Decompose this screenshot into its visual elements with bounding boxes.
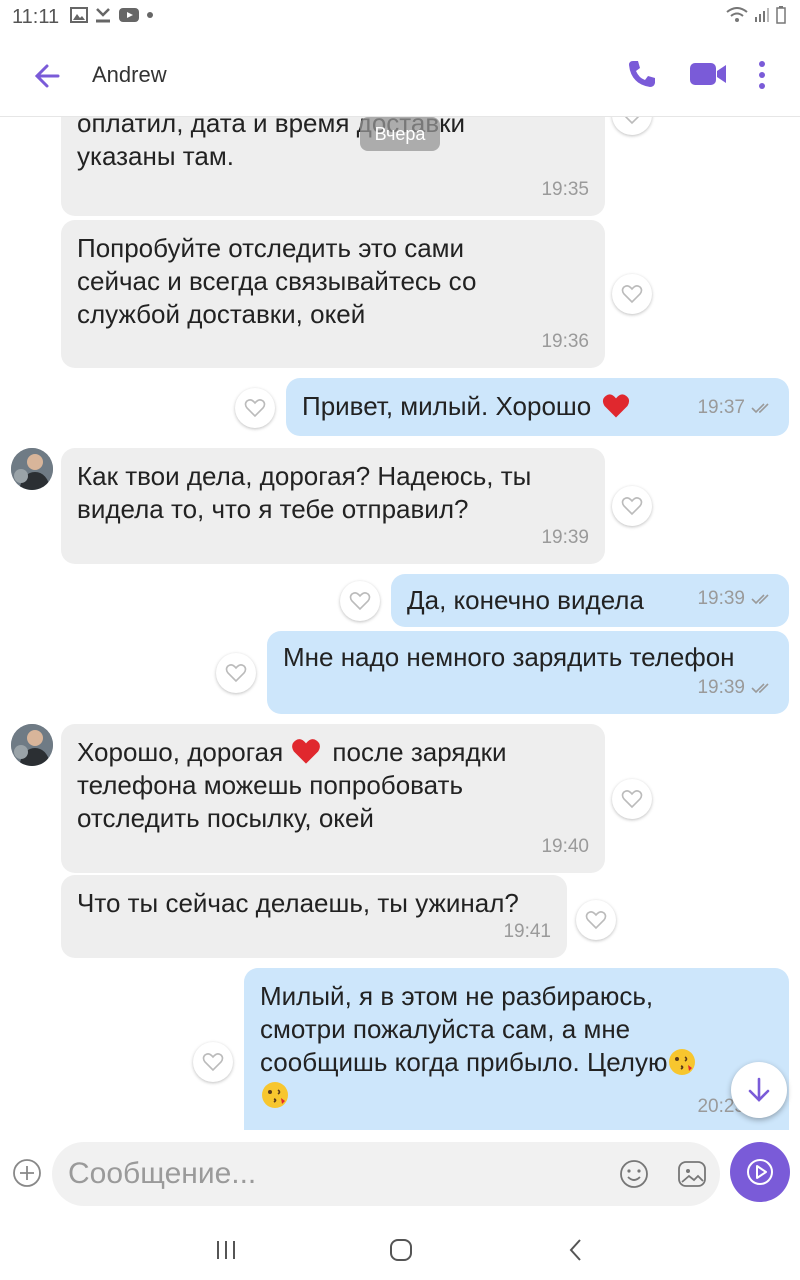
red-heart-emoji-icon xyxy=(292,739,321,764)
contact-avatar[interactable] xyxy=(11,724,53,766)
play-circle-icon xyxy=(747,1159,773,1185)
message-text: Попробуйте отследить это сами сейчас и в… xyxy=(77,233,477,329)
heart-outline-icon xyxy=(621,285,643,304)
youtube-icon xyxy=(119,8,139,22)
red-heart-emoji-icon xyxy=(603,394,630,418)
status-time: 11:11 xyxy=(12,6,60,28)
message-text: Да, конечно видела xyxy=(407,585,644,615)
home-button[interactable] xyxy=(381,1232,421,1268)
chevron-left-icon xyxy=(569,1239,581,1261)
outgoing-message[interactable]: Мне надо немного зарядить телефон 19:39 xyxy=(267,631,789,714)
heart-outline-icon xyxy=(349,592,371,611)
reaction-button[interactable] xyxy=(612,274,652,314)
voice-call-button[interactable] xyxy=(624,56,660,92)
message-time: 19:39 xyxy=(541,527,589,548)
dot-icon xyxy=(147,12,153,18)
message-text: Милый, я в этом не разбираюсь, смотри по… xyxy=(260,981,668,1077)
reaction-button[interactable] xyxy=(612,779,652,819)
reaction-button[interactable] xyxy=(612,117,652,135)
chat-header: Andrew xyxy=(0,34,800,117)
message-text: Мне надо немного зарядить телефон xyxy=(283,642,735,672)
sticker-gallery-icon xyxy=(678,1161,706,1187)
signal-icon xyxy=(755,8,769,22)
reaction-button[interactable] xyxy=(216,653,256,693)
gallery-button[interactable] xyxy=(676,1158,708,1190)
double-check-icon xyxy=(751,682,769,693)
video-call-button[interactable] xyxy=(688,56,728,92)
contact-name[interactable]: Andrew xyxy=(92,62,167,88)
reaction-button[interactable] xyxy=(612,486,652,526)
incoming-message[interactable]: Попробуйте отследить это сами сейчас и в… xyxy=(61,220,605,368)
reaction-button[interactable] xyxy=(340,581,380,621)
message-text: Что ты сейчас делаешь, ты ужинал? xyxy=(77,888,519,918)
contact-avatar[interactable] xyxy=(11,448,53,490)
phone-icon xyxy=(629,61,655,87)
heart-outline-icon xyxy=(585,911,607,930)
attach-button[interactable] xyxy=(12,1158,42,1188)
heart-outline-icon xyxy=(621,790,643,809)
message-text: Хорошо, дорогая xyxy=(77,737,284,767)
recent-apps-icon xyxy=(217,1241,235,1259)
reaction-button[interactable] xyxy=(576,900,616,940)
incoming-message[interactable]: Что ты сейчас делаешь, ты ужинал? 19:41 xyxy=(61,875,567,958)
emoji-button[interactable] xyxy=(618,1158,650,1190)
outgoing-message[interactable]: Милый, я в этом не разбираюсь, смотри по… xyxy=(244,968,789,1130)
message-list[interactable]: оплатил, дата и время доставки указаны т… xyxy=(0,117,800,1130)
message-time: 19:37 xyxy=(697,397,745,418)
double-check-icon xyxy=(751,402,769,413)
message-text: Как твои дела, дорогая? Надеюсь, ты виде… xyxy=(77,461,532,524)
home-icon xyxy=(390,1239,412,1261)
heart-outline-icon xyxy=(225,664,247,683)
incoming-message[interactable]: Хорошо, дорогая после зарядки телефона м… xyxy=(61,724,605,873)
smiley-icon xyxy=(620,1160,648,1188)
notification-icons xyxy=(70,7,154,23)
image-notification-icon xyxy=(70,7,88,23)
heart-outline-icon xyxy=(244,399,266,418)
message-time: 19:41 xyxy=(503,921,551,942)
recent-apps-button[interactable] xyxy=(206,1232,246,1268)
heart-outline-icon xyxy=(621,497,643,516)
arrow-down-icon xyxy=(748,1077,770,1102)
avatar-photo-icon xyxy=(11,724,53,766)
message-composer xyxy=(0,1130,800,1220)
wifi-icon xyxy=(726,7,748,22)
avatar-photo-icon xyxy=(11,448,53,490)
arrow-left-icon xyxy=(34,64,60,88)
heart-outline-icon xyxy=(202,1053,224,1072)
message-time: 19:40 xyxy=(541,836,589,857)
outgoing-message[interactable]: Привет, милый. Хорошо 19:37 xyxy=(286,378,789,436)
message-time: 19:36 xyxy=(541,331,589,352)
heart-outline-icon xyxy=(624,117,640,125)
status-bar: 11:11 xyxy=(0,0,800,34)
double-check-icon xyxy=(751,593,769,604)
reaction-button[interactable] xyxy=(193,1042,233,1082)
message-time: 19:39 xyxy=(697,588,745,609)
message-text: Привет, милый. Хорошо xyxy=(302,391,592,421)
system-navigation-bar xyxy=(0,1220,800,1280)
video-camera-icon xyxy=(690,63,726,85)
incoming-message[interactable]: Как твои дела, дорогая? Надеюсь, ты виде… xyxy=(61,448,605,564)
reaction-button[interactable] xyxy=(235,388,275,428)
kissing-face-emoji-icon xyxy=(262,1082,288,1108)
outgoing-message[interactable]: Да, конечно видела 19:39 xyxy=(391,574,789,627)
missed-call-icon xyxy=(96,8,110,23)
send-voice-button[interactable] xyxy=(730,1142,790,1202)
message-time: 19:39 xyxy=(697,677,745,698)
system-status-icons xyxy=(726,6,786,24)
battery-icon xyxy=(776,6,786,24)
back-nav-button[interactable] xyxy=(556,1232,596,1268)
scroll-to-bottom-button[interactable] xyxy=(731,1062,787,1118)
more-options-button[interactable] xyxy=(748,56,776,94)
incoming-message[interactable]: оплатил, дата и время доставки указаны т… xyxy=(61,117,605,216)
plus-circle-icon xyxy=(13,1159,41,1187)
back-button[interactable] xyxy=(30,58,66,94)
message-time: 19:35 xyxy=(541,179,589,200)
message-text: оплатил, дата и время доставки указаны т… xyxy=(77,117,465,171)
kissing-face-emoji-icon xyxy=(669,1049,696,1075)
date-separator: Вчера xyxy=(360,117,440,151)
more-vertical-icon xyxy=(759,61,765,89)
